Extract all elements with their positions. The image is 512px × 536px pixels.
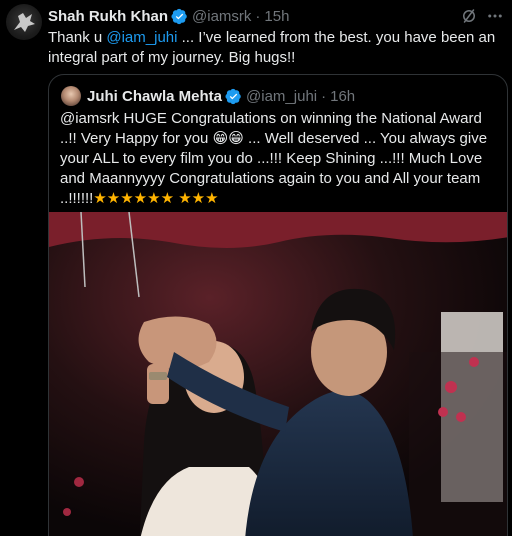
verified-badge-icon [225, 88, 241, 104]
quoted-author-avatar[interactable] [61, 86, 81, 106]
star-emoji-row: ★★★★★★ [93, 190, 175, 207]
quoted-author-handle[interactable]: @iam_juhi [246, 88, 317, 105]
tweet-text-start: Thank u [48, 29, 107, 46]
quoted-tweet-text: @iamsrk HUGE Congratulations on winning … [60, 109, 500, 209]
tweet[interactable]: Shah Rukh Khan @iamsrk · 15h Thank u @ia… [0, 0, 512, 536]
header-actions [460, 7, 504, 25]
quoted-tweet-photo[interactable] [49, 212, 507, 536]
quoted-tweet-header: Juhi Chawla Mehta @iam_juhi · 16h [87, 85, 355, 107]
author-avatar[interactable] [6, 4, 42, 40]
grok-icon[interactable] [460, 7, 478, 25]
grin-emoji: 😁😁 [212, 130, 244, 147]
quoted-author-name[interactable]: Juhi Chawla Mehta [87, 88, 222, 105]
tweet-text: Thank u @iam_juhi ... I’ve learned from … [48, 28, 500, 68]
tweet-time[interactable]: 15h [264, 8, 289, 25]
verified-badge-icon [171, 8, 187, 24]
author-name[interactable]: Shah Rukh Khan [48, 8, 168, 25]
author-handle[interactable]: @iamsrk [192, 8, 251, 25]
quoted-tweet-time[interactable]: 16h [330, 88, 355, 105]
quoted-tweet[interactable]: Juhi Chawla Mehta @iam_juhi · 16h @iamsr… [48, 74, 508, 536]
mention-link[interactable]: @iam_juhi [106, 29, 177, 46]
tweet-header: Shah Rukh Khan @iamsrk · 15h [48, 6, 289, 26]
more-icon[interactable] [486, 7, 504, 25]
separator-dot: · [321, 87, 327, 105]
star-emoji-row-2: ★★★ [178, 190, 219, 207]
separator-dot: · [255, 7, 261, 25]
